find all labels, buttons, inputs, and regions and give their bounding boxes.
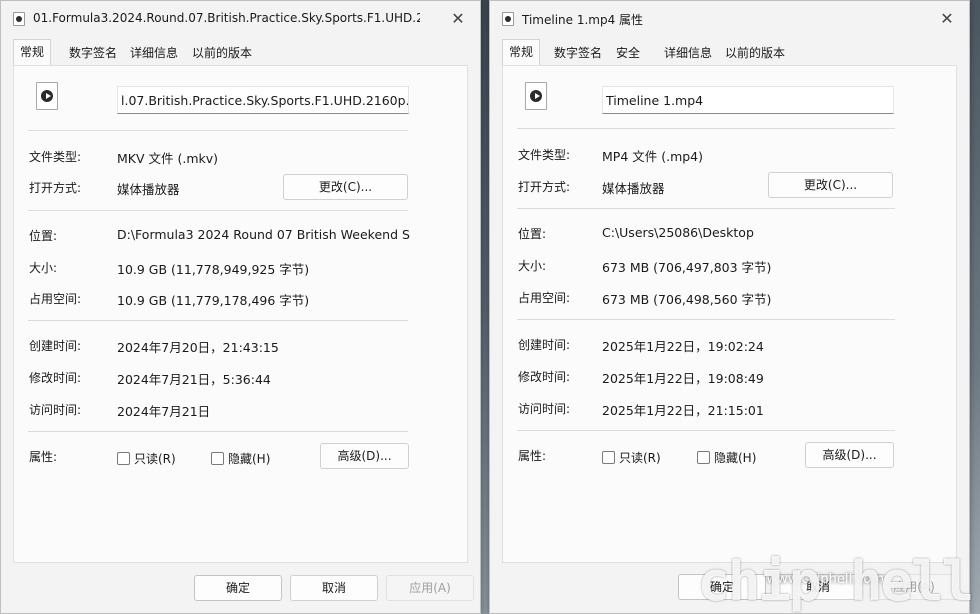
tab-details[interactable]: 详细信息: [660, 41, 716, 65]
filename-input[interactable]: Timeline 1.mp4: [602, 86, 894, 114]
value-file-type: MP4 文件 (.mp4): [602, 149, 704, 164]
divider: [28, 320, 408, 321]
media-file-icon: [13, 12, 25, 26]
label-size: 大小:: [29, 261, 58, 275]
divider: [517, 128, 895, 129]
tab-digital-signatures[interactable]: 数字签名: [65, 41, 121, 65]
checkbox-box[interactable]: [211, 452, 224, 465]
label-size-on-disk: 占用空间:: [29, 292, 82, 306]
value-location[interactable]: C:\Users\25086\Desktop: [602, 225, 754, 240]
readonly-label: 只读(R): [134, 452, 176, 466]
tab-general[interactable]: 常规: [13, 39, 52, 65]
value-open-with: 媒体播放器: [117, 182, 180, 197]
readonly-checkbox[interactable]: 只读(R): [117, 450, 176, 466]
properties-window-mp4: Timeline 1.mp4 属性 ✕ 常规 数字签名 安全 详细信息 以前的版…: [489, 0, 970, 614]
tab-digital-signatures[interactable]: 数字签名: [550, 41, 606, 65]
label-created: 创建时间:: [29, 339, 82, 353]
window-title: Timeline 1.mp4 属性: [522, 13, 644, 27]
tab-general[interactable]: 常规: [502, 39, 541, 65]
hidden-label: 隐藏(H): [714, 451, 757, 465]
label-created: 创建时间:: [518, 338, 571, 352]
video-file-icon: [525, 82, 547, 110]
label-modified: 修改时间:: [29, 371, 82, 385]
value-modified: 2025年1月22日，19:08:49: [602, 371, 764, 386]
value-size-on-disk: 673 MB (706,498,560 字节): [602, 292, 772, 307]
title-bar[interactable]: 01.Formula3.2024.Round.07.British.Practi…: [1, 1, 480, 37]
tab-previous-versions[interactable]: 以前的版本: [721, 41, 789, 65]
value-accessed: 2025年1月22日，21:15:01: [602, 403, 764, 418]
video-file-icon: [36, 82, 58, 110]
readonly-checkbox[interactable]: 只读(R): [602, 449, 661, 465]
divider: [517, 208, 895, 209]
properties-window-mkv: 01.Formula3.2024.Round.07.British.Practi…: [0, 0, 481, 614]
title-bar[interactable]: Timeline 1.mp4 属性 ✕: [490, 1, 969, 37]
label-size-on-disk: 占用空间:: [518, 291, 571, 305]
change-button[interactable]: 更改(C)...: [283, 174, 408, 200]
value-created: 2024年7月20日，21:43:15: [117, 340, 279, 355]
label-accessed: 访问时间:: [518, 402, 571, 416]
filename-input[interactable]: l.07.British.Practice.Sky.Sports.F1.UHD.…: [117, 86, 409, 114]
label-location: 位置:: [29, 229, 58, 243]
divider: [517, 319, 895, 320]
label-file-type: 文件类型:: [518, 148, 571, 162]
desktop-background-right: [970, 0, 980, 614]
label-attributes: 属性:: [29, 450, 58, 464]
hidden-label: 隐藏(H): [228, 452, 271, 466]
tab-previous-versions[interactable]: 以前的版本: [188, 41, 256, 65]
close-icon[interactable]: ✕: [937, 9, 957, 29]
divider: [28, 130, 408, 131]
tab-bar: 常规 数字签名 详细信息 以前的版本: [13, 39, 468, 65]
general-panel: l.07.British.Practice.Sky.Sports.F1.UHD.…: [13, 65, 468, 563]
readonly-label: 只读(R): [619, 451, 661, 465]
hidden-checkbox[interactable]: 隐藏(H): [211, 450, 270, 466]
media-file-icon: [502, 12, 514, 26]
divider: [517, 430, 895, 431]
general-panel: Timeline 1.mp4 文件类型: MP4 文件 (.mp4) 打开方式:…: [502, 65, 957, 563]
value-open-with: 媒体播放器: [602, 181, 665, 196]
label-file-type: 文件类型:: [29, 150, 82, 164]
desktop-background: [481, 0, 489, 614]
checkbox-box[interactable]: [117, 452, 130, 465]
tab-details[interactable]: 详细信息: [126, 41, 182, 65]
value-modified: 2024年7月21日，5:36:44: [117, 372, 271, 387]
label-attributes: 属性:: [518, 449, 547, 463]
chiphell-logo: chip hell: [697, 550, 974, 613]
close-icon[interactable]: ✕: [448, 9, 468, 29]
cancel-button[interactable]: 取消: [290, 575, 378, 601]
advanced-button[interactable]: 高级(D)...: [320, 443, 409, 469]
value-accessed: 2024年7月21日: [117, 404, 211, 419]
label-accessed: 访问时间:: [29, 403, 82, 417]
value-file-type: MKV 文件 (.mkv): [117, 151, 219, 166]
tab-security[interactable]: 安全: [612, 41, 644, 65]
advanced-button[interactable]: 高级(D)...: [805, 442, 894, 468]
value-location[interactable]: D:\Formula3 2024 Round 07 British Weeken…: [117, 227, 410, 242]
checkbox-box[interactable]: [697, 451, 710, 464]
label-location: 位置:: [518, 227, 547, 241]
label-modified: 修改时间:: [518, 370, 571, 384]
ok-button[interactable]: 确定: [194, 575, 282, 601]
change-button[interactable]: 更改(C)...: [768, 172, 893, 198]
window-title: 01.Formula3.2024.Round.07.British.Practi…: [33, 11, 420, 25]
label-size: 大小:: [518, 259, 547, 273]
value-size: 10.9 GB (11,778,949,925 字节): [117, 262, 310, 277]
label-open-with: 打开方式:: [29, 181, 82, 195]
checkbox-box[interactable]: [602, 451, 615, 464]
hidden-checkbox[interactable]: 隐藏(H): [697, 449, 756, 465]
tab-bar: 常规 数字签名 安全 详细信息 以前的版本: [502, 39, 957, 65]
apply-button[interactable]: 应用(A): [386, 575, 474, 601]
value-created: 2025年1月22日，19:02:24: [602, 339, 764, 354]
divider: [28, 431, 408, 432]
label-open-with: 打开方式:: [518, 180, 571, 194]
divider: [28, 210, 408, 211]
value-size-on-disk: 10.9 GB (11,779,178,496 字节): [117, 293, 310, 308]
value-size: 673 MB (706,497,803 字节): [602, 260, 772, 275]
